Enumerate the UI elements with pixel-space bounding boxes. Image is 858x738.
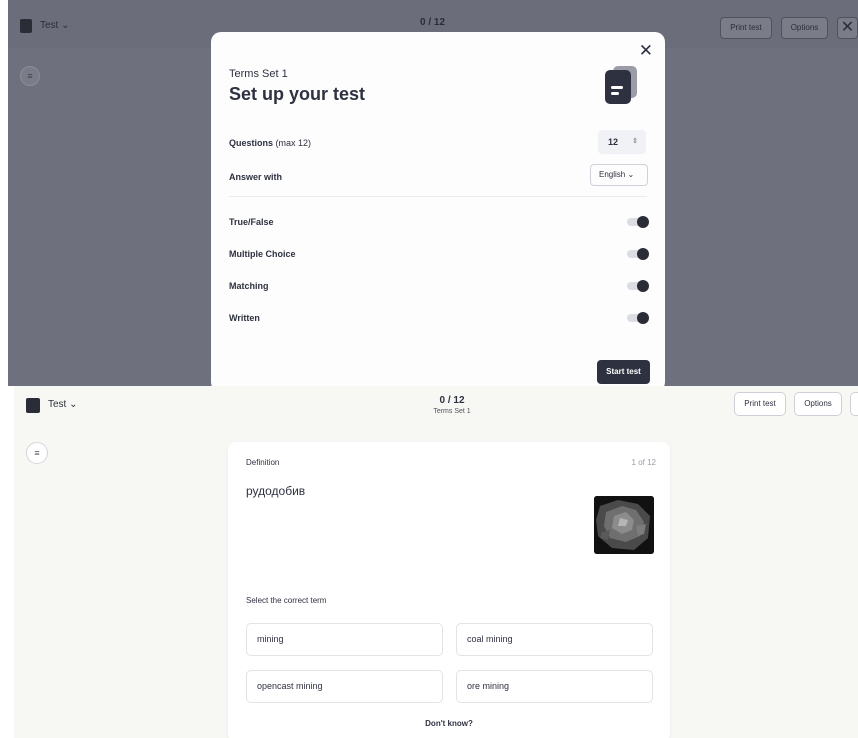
answer-option[interactable]: mining [246,623,443,656]
document-icon [605,66,637,104]
print-test-button[interactable]: Print test [720,17,772,39]
close-icon[interactable]: ✕ [837,17,858,39]
options-button[interactable]: Options [794,392,842,416]
questions-value: 12 [608,137,619,147]
modal-title: Set up your test [229,84,366,104]
mode-dropdown[interactable]: Test ⌄ [48,399,78,410]
test-mode-icon [20,19,32,33]
toggle-matching[interactable] [627,280,649,292]
close-button[interactable] [850,392,858,416]
answer-option[interactable]: ore mining [456,670,653,703]
progress-counter: 0 / 12 [420,17,446,28]
set-name: Terms Set 1 [433,408,471,415]
toggle-label-matching: Matching [229,281,269,291]
setup-modal: ✕ Terms Set 1 Set up your test Questions… [211,32,665,386]
set-name: Terms Set 1 [229,68,288,80]
start-test-button[interactable]: Start test [597,360,650,384]
list-icon[interactable]: ≡ [26,442,48,464]
answer-option[interactable]: coal mining [456,623,653,656]
print-test-button[interactable]: Print test [734,392,786,416]
list-icon[interactable]: ≡ [20,66,40,86]
dont-know-link[interactable]: Don't know? [228,719,670,728]
close-icon[interactable]: ✕ [639,42,653,59]
toggle-multiple-choice[interactable] [627,248,649,260]
toggle-written[interactable] [627,312,649,324]
questions-stepper[interactable]: 12 ⇕ [598,130,646,154]
definition-text: рудодобив [246,484,306,498]
definition-image[interactable] [594,496,654,554]
options-button[interactable]: Options [781,17,828,39]
select-term-label: Select the correct term [246,596,327,605]
ore-image [594,496,654,554]
questions-label: Questions [229,138,274,148]
test-mode-icon [26,398,40,413]
question-screen: Test ⌄ 0 / 12 Terms Set 1 Print test Opt… [14,386,858,738]
questions-row: Questions (max 12) [229,138,311,148]
question-progress: 1 of 12 [631,458,656,467]
answer-with-select[interactable]: English ⌄ [590,164,648,186]
setup-screen: Test ⌄ 0 / 12 Print test Options ✕ ≡ ✕ T… [8,0,858,386]
mode-dropdown[interactable]: Test ⌄ [40,20,70,31]
toggle-label-multiple-choice: Multiple Choice [229,249,296,259]
stepper-arrows-icon[interactable]: ⇕ [632,130,638,154]
toggle-label-written: Written [229,313,260,323]
answer-with-label: Answer with [229,172,283,182]
toggle-true-false[interactable] [627,216,649,228]
progress-counter: 0 / 12 [439,395,465,406]
question-card: Definition 1 of 12 рудодобив Select the … [228,442,670,738]
toggle-label-true-false: True/False [229,217,274,227]
questions-hint: (max 12) [275,138,312,148]
definition-label: Definition [246,458,280,467]
divider [229,196,647,197]
answer-option[interactable]: opencast mining [246,670,443,703]
